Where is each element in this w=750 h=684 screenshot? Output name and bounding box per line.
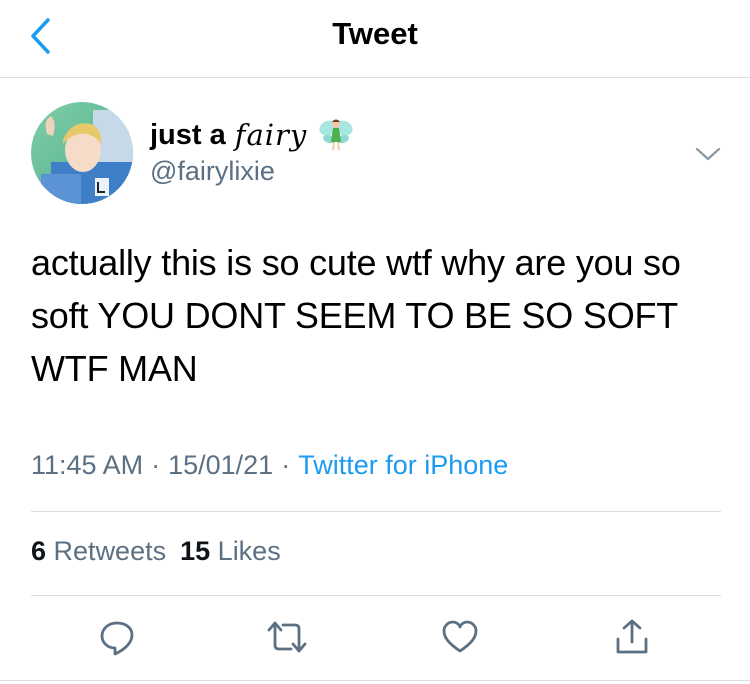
tweet-meta: 11:45 AM · 15/01/21 · Twitter for iPhone — [31, 450, 508, 481]
tweet-text: actually this is so cute wtf why are you… — [31, 242, 681, 389]
author-name-fancy: fairy — [234, 118, 308, 152]
retweets-label: Retweets — [53, 536, 167, 566]
reply-icon — [100, 621, 134, 656]
tweet-detail-screen: Tweet just a fairy @fairylixie actually … — [0, 0, 750, 684]
tweet-stats: 6 Retweets 15 Likes — [31, 536, 281, 567]
page-title: Tweet — [332, 16, 418, 51]
author-name-plain: just a — [150, 118, 226, 151]
chevron-down-icon — [695, 147, 721, 161]
likes-count: 15 — [180, 536, 211, 566]
meta-separator: · — [281, 450, 291, 480]
tweet-source-link[interactable]: Twitter for iPhone — [298, 450, 508, 480]
like-button[interactable] — [435, 612, 485, 662]
retweets-stat[interactable]: 6 Retweets — [31, 536, 166, 566]
reply-button[interactable] — [92, 612, 142, 662]
bottom-divider — [0, 680, 750, 681]
likes-label: Likes — [217, 536, 281, 566]
like-icon — [442, 620, 478, 653]
retweets-count: 6 — [31, 536, 47, 566]
likes-stat[interactable]: 15 Likes — [180, 536, 281, 566]
divider — [31, 595, 721, 596]
share-button[interactable] — [607, 612, 657, 662]
retweet-icon — [267, 621, 307, 653]
author-handle[interactable]: @fairylixie — [150, 156, 275, 187]
tweet-date: 15/01/21 — [168, 450, 274, 480]
tweet-time: 11:45 AM — [31, 450, 144, 480]
more-options-button[interactable] — [690, 136, 726, 172]
nav-header: Tweet — [0, 0, 750, 78]
avatar-image — [31, 102, 133, 204]
meta-separator: · — [151, 450, 161, 480]
share-icon — [616, 619, 648, 654]
author-name[interactable]: just a fairy — [150, 117, 355, 153]
divider — [31, 511, 721, 512]
retweet-button[interactable] — [262, 612, 312, 662]
fairy-emoji-icon — [317, 115, 355, 153]
avatar[interactable] — [31, 102, 133, 204]
